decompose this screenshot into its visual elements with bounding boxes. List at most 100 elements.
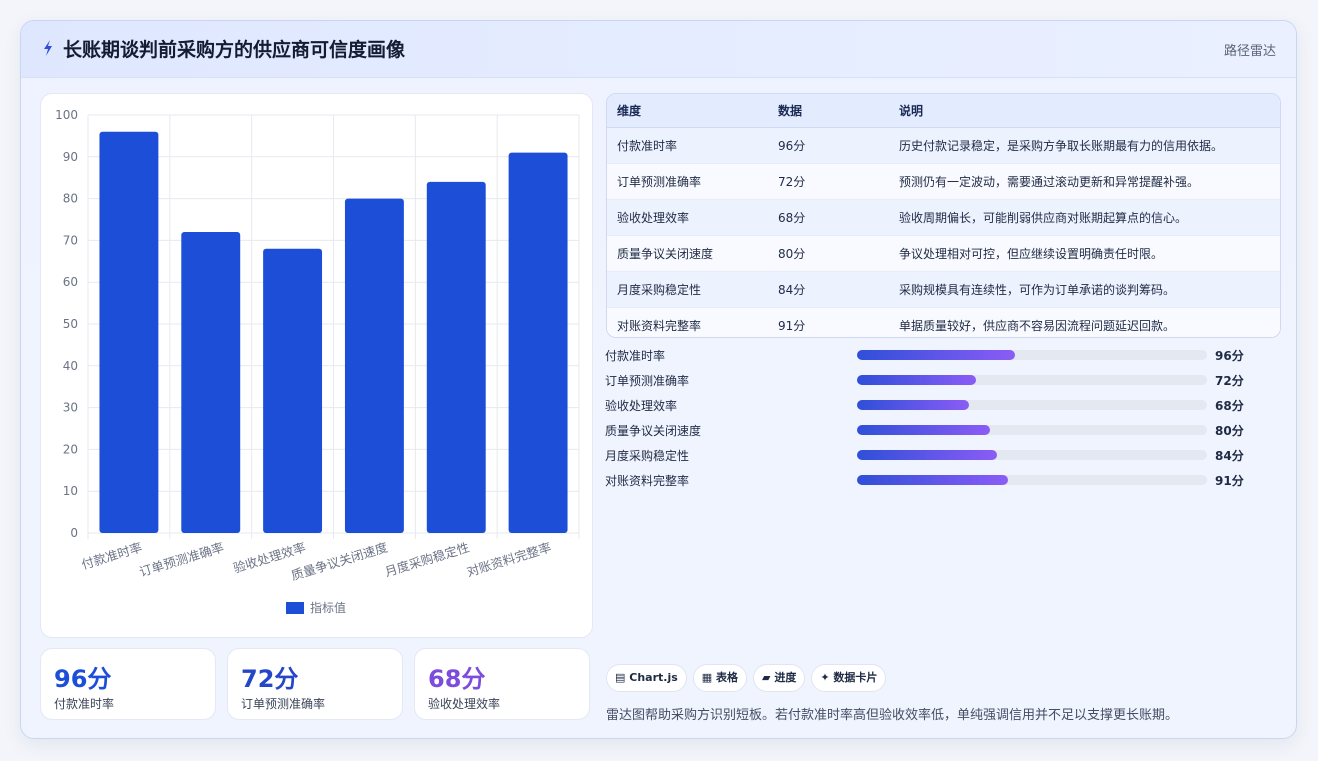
stat-value: 68分 <box>428 665 486 693</box>
progress-label: 质量争议关闭速度 <box>605 424 702 438</box>
stat-value: 72分 <box>241 665 299 693</box>
stat-card: 72分 订单预测准确率 <box>227 648 403 720</box>
x-tick-label: 付款准时率 <box>80 540 144 573</box>
progress-row: 订单预测准确率 72分 <box>605 370 1285 390</box>
chip-data-card[interactable]: ✦ 数据卡片 <box>811 664 887 692</box>
progress-label: 对账资料完整率 <box>605 474 690 488</box>
bar-chart: 0102030405060708090100付款准时率订单预测准确率 验收处理效率… <box>55 108 580 615</box>
chip-label: 表格 <box>716 671 739 684</box>
chip-chartjs[interactable]: ▤ Chart.js <box>606 664 687 692</box>
progress-label: 月度采购稳定性 <box>605 449 690 463</box>
chart-icon: ▤ <box>615 671 626 684</box>
y-tick-label: 90 <box>63 150 78 164</box>
progress-row: 质量争议关闭速度 80分 <box>605 420 1285 440</box>
table-cell: 80分 <box>768 235 889 272</box>
footnote: 雷达图帮助采购方识别短板。若付款准时率高但验收效率低，单纯强调信用并不足以支撑更… <box>606 708 1179 723</box>
progress-fill <box>857 425 990 435</box>
legend-swatch <box>286 602 304 614</box>
table-cell: 84分 <box>768 271 889 308</box>
stat-card: 96分 付款准时率 <box>40 648 216 720</box>
table-cell: 验收周期偏长，可能削弱供应商对账期起算点的信心。 <box>889 199 1280 236</box>
chip-label: 数据卡片 <box>833 671 878 684</box>
y-tick-label: 80 <box>63 192 78 206</box>
progress-row: 验收处理效率 68分 <box>605 395 1285 415</box>
y-tick-label: 0 <box>70 526 78 540</box>
table-cell: 预测仍有一定波动，需要通过滚动更新和异常提醒补强。 <box>889 163 1280 200</box>
progress-track <box>857 450 1207 460</box>
legend-label: 指标值 <box>310 600 346 615</box>
y-tick-label: 60 <box>63 275 78 289</box>
x-tick-label: 对账资料完整率 <box>465 540 553 580</box>
table-header-cell: 维度 <box>607 94 768 128</box>
progress-value: 68分 <box>1215 399 1244 413</box>
card-header: 长账期谈判前采购方的供应商可信度画像 路径雷达 <box>21 21 1296 78</box>
table-cell: 对账资料完整率 <box>607 307 768 337</box>
y-tick-label: 40 <box>63 359 78 373</box>
table-cell: 付款准时率 <box>607 127 768 164</box>
y-tick-label: 10 <box>63 484 78 498</box>
progress-fill <box>857 450 997 460</box>
table-cell: 68分 <box>768 199 889 236</box>
progress-fill <box>857 350 1015 360</box>
stat-value: 96分 <box>54 665 112 693</box>
table-cell: 96分 <box>768 127 889 164</box>
table-cell: 争议处理相对可控，但应继续设置明确责任时限。 <box>889 235 1280 272</box>
progress-label: 订单预测准确率 <box>605 374 690 388</box>
stat-card: 68分 验收处理效率 <box>414 648 590 720</box>
progress-label: 付款准时率 <box>605 349 666 363</box>
header-tag: 路径雷达 <box>1223 44 1276 59</box>
progress-icon: ▰ <box>762 671 771 684</box>
progress-track <box>857 400 1207 410</box>
table-cell: 验收处理效率 <box>607 199 768 236</box>
table-header-row: 维度 数据 说明 <box>607 94 1280 128</box>
table-row: 付款准时率 96分 历史付款记录稳定，是采购方争取长账期最有力的信用依据。 <box>607 127 1280 164</box>
progress-track <box>857 425 1207 435</box>
bar <box>99 131 159 533</box>
progress-label: 验收处理效率 <box>605 399 678 413</box>
stat-label: 付款准时率 <box>54 697 115 711</box>
progress-value: 91分 <box>1215 474 1244 488</box>
stat-label: 订单预测准确率 <box>241 697 326 711</box>
x-tick-label: 订单预测准确率 <box>138 540 226 580</box>
table-cell: 91分 <box>768 307 889 337</box>
table-row: 对账资料完整率 91分 单据质量较好，供应商不容易因流程问题延迟回款。 <box>607 307 1280 337</box>
chip-label: Chart.js <box>629 671 678 684</box>
progress-value: 84分 <box>1215 449 1244 463</box>
chip-progress[interactable]: ▰ 进度 <box>753 664 806 692</box>
progress-row: 对账资料完整率 91分 <box>605 470 1285 490</box>
feature-chips: ▤ Chart.js ▦ 表格 ▰ 进度 ✦ 数据卡片 <box>606 664 892 692</box>
table-cell: 质量争议关闭速度 <box>607 235 768 272</box>
progress-value: 80分 <box>1215 424 1244 438</box>
bar <box>181 232 241 534</box>
bar <box>508 152 568 533</box>
chip-table[interactable]: ▦ 表格 <box>692 664 748 692</box>
table-cell: 72分 <box>768 163 889 200</box>
table-cell: 采购规模具有连续性，可作为订单承诺的谈判筹码。 <box>889 271 1280 308</box>
metrics-table: 维度 数据 说明 付款准时率 96分 历史付款记录稳定，是采购方争取长账期最有力… <box>606 93 1281 338</box>
table-cell: 订单预测准确率 <box>607 163 768 200</box>
table-cell: 单据质量较好，供应商不容易因流程问题延迟回款。 <box>889 307 1280 337</box>
bar <box>426 181 486 533</box>
y-tick-label: 50 <box>63 317 78 331</box>
progress-track <box>857 375 1207 385</box>
table-row: 月度采购稳定性 84分 采购规模具有连续性，可作为订单承诺的谈判筹码。 <box>607 271 1280 308</box>
y-tick-label: 100 <box>55 108 78 122</box>
progress-track <box>857 475 1207 485</box>
x-tick-label: 月度采购稳定性 <box>383 540 471 580</box>
progress-fill <box>857 475 1008 485</box>
bar <box>344 198 404 533</box>
y-tick-label: 70 <box>63 233 78 247</box>
progress-fill <box>857 375 976 385</box>
progress-value: 72分 <box>1215 374 1244 388</box>
table-row: 订单预测准确率 72分 预测仍有一定波动，需要通过滚动更新和异常提醒补强。 <box>607 163 1280 200</box>
table-header-cell: 数据 <box>768 94 889 128</box>
sparkle-icon: ✦ <box>820 671 830 684</box>
progress-track <box>857 350 1207 360</box>
page-title: 长账期谈判前采购方的供应商可信度画像 <box>63 39 406 61</box>
progress-fill <box>857 400 969 410</box>
table-cell: 月度采购稳定性 <box>607 271 768 308</box>
progress-row: 月度采购稳定性 84分 <box>605 445 1285 465</box>
table-cell: 历史付款记录稳定，是采购方争取长账期最有力的信用依据。 <box>889 127 1280 164</box>
progress-row: 付款准时率 96分 <box>605 345 1285 365</box>
lightning-icon <box>44 40 52 56</box>
